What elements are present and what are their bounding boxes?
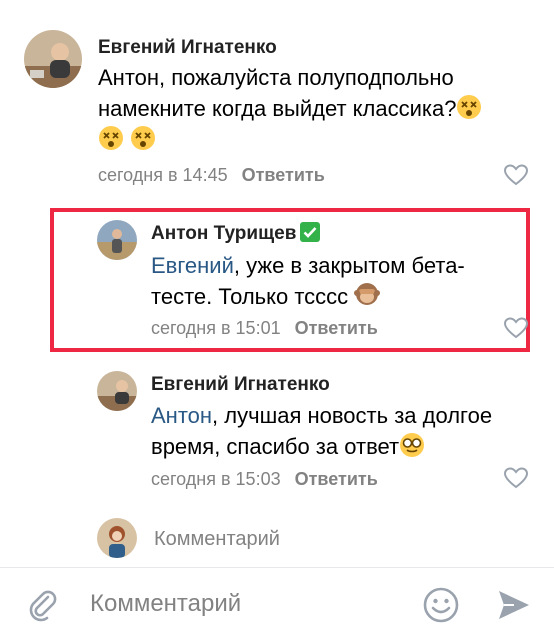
- comment-meta: сегодня в 14:45 Ответить: [98, 165, 325, 186]
- comment-text-line: время, спасибо за ответ: [151, 431, 531, 462]
- reply-button[interactable]: Ответить: [295, 318, 378, 338]
- comment-author[interactable]: Евгений Игнатенко: [151, 374, 330, 396]
- comment-text-line: намекните когда выйдет классика?: [98, 93, 538, 124]
- comment-author[interactable]: Евгений Игнатенко: [98, 37, 277, 59]
- smiley-icon[interactable]: [422, 586, 460, 624]
- comment-author[interactable]: Антон Турищев: [151, 222, 321, 245]
- comment-meta: сегодня в 15:03 Ответить: [151, 469, 378, 490]
- dizzy-face-emoji-icon: [457, 95, 482, 119]
- reply-button[interactable]: Ответить: [242, 165, 325, 185]
- comment-time: сегодня в 14:45: [98, 165, 228, 185]
- comment-text: Антон, лучшая новость за долгое время, с…: [151, 400, 531, 462]
- heart-icon[interactable]: [504, 467, 528, 489]
- emoji-row: [98, 124, 538, 155]
- heart-icon[interactable]: [504, 317, 528, 339]
- dizzy-face-emoji-icon: [131, 126, 156, 150]
- check-mark-button-icon: [300, 222, 321, 242]
- reply-input[interactable]: Комментарий: [98, 520, 498, 560]
- comment-text-part: время, спасибо за ответ: [151, 434, 400, 459]
- avatar-evgeniy[interactable]: [24, 30, 82, 88]
- comment-meta: сегодня в 15:01 Ответить: [151, 318, 378, 339]
- paperclip-icon[interactable]: [26, 588, 60, 622]
- comment-text-line: Антон, лучшая новость за долгое: [151, 400, 531, 431]
- mention-link[interactable]: Антон: [151, 403, 212, 428]
- heart-icon[interactable]: [504, 164, 528, 186]
- comment-text-part: тесте. Только тсссс: [151, 284, 349, 309]
- comment-text-line: Евгений, уже в закрытом бета-: [151, 250, 511, 281]
- reply-input-placeholder: Комментарий: [154, 528, 280, 550]
- avatar-anton[interactable]: [97, 220, 137, 260]
- avatar-evgeniy[interactable]: [97, 371, 137, 411]
- comment-text-part: , лучшая новость за долгое: [212, 403, 493, 428]
- comment-text-line-2: намекните когда выйдет классика?: [98, 96, 457, 121]
- comment-composer-bar: Комментарий: [0, 567, 554, 641]
- comment-text-line: Антон, пожалуйста полуподпольно: [98, 65, 454, 90]
- send-icon[interactable]: [496, 588, 532, 622]
- comment-text: Евгений, уже в закрытом бета- тесте. Тол…: [151, 250, 511, 312]
- comment-text: Антон, пожалуйста полуподпольно намекнит…: [98, 62, 538, 155]
- mention-link[interactable]: Евгений: [151, 253, 234, 278]
- author-name[interactable]: Антон Турищев: [151, 223, 296, 244]
- comment-time: сегодня в 15:03: [151, 469, 281, 489]
- comment-text-part: , уже в закрытом бета-: [233, 253, 465, 278]
- reply-button[interactable]: Ответить: [295, 469, 378, 489]
- composer-input[interactable]: Комментарий: [90, 590, 241, 618]
- nerd-face-emoji-icon: [400, 433, 425, 457]
- see-no-evil-monkey-emoji-icon: [354, 283, 381, 305]
- comment-text-line: тесте. Только тсссс: [151, 281, 511, 312]
- comment-time: сегодня в 15:01: [151, 318, 281, 338]
- dizzy-face-emoji-icon: [99, 126, 123, 150]
